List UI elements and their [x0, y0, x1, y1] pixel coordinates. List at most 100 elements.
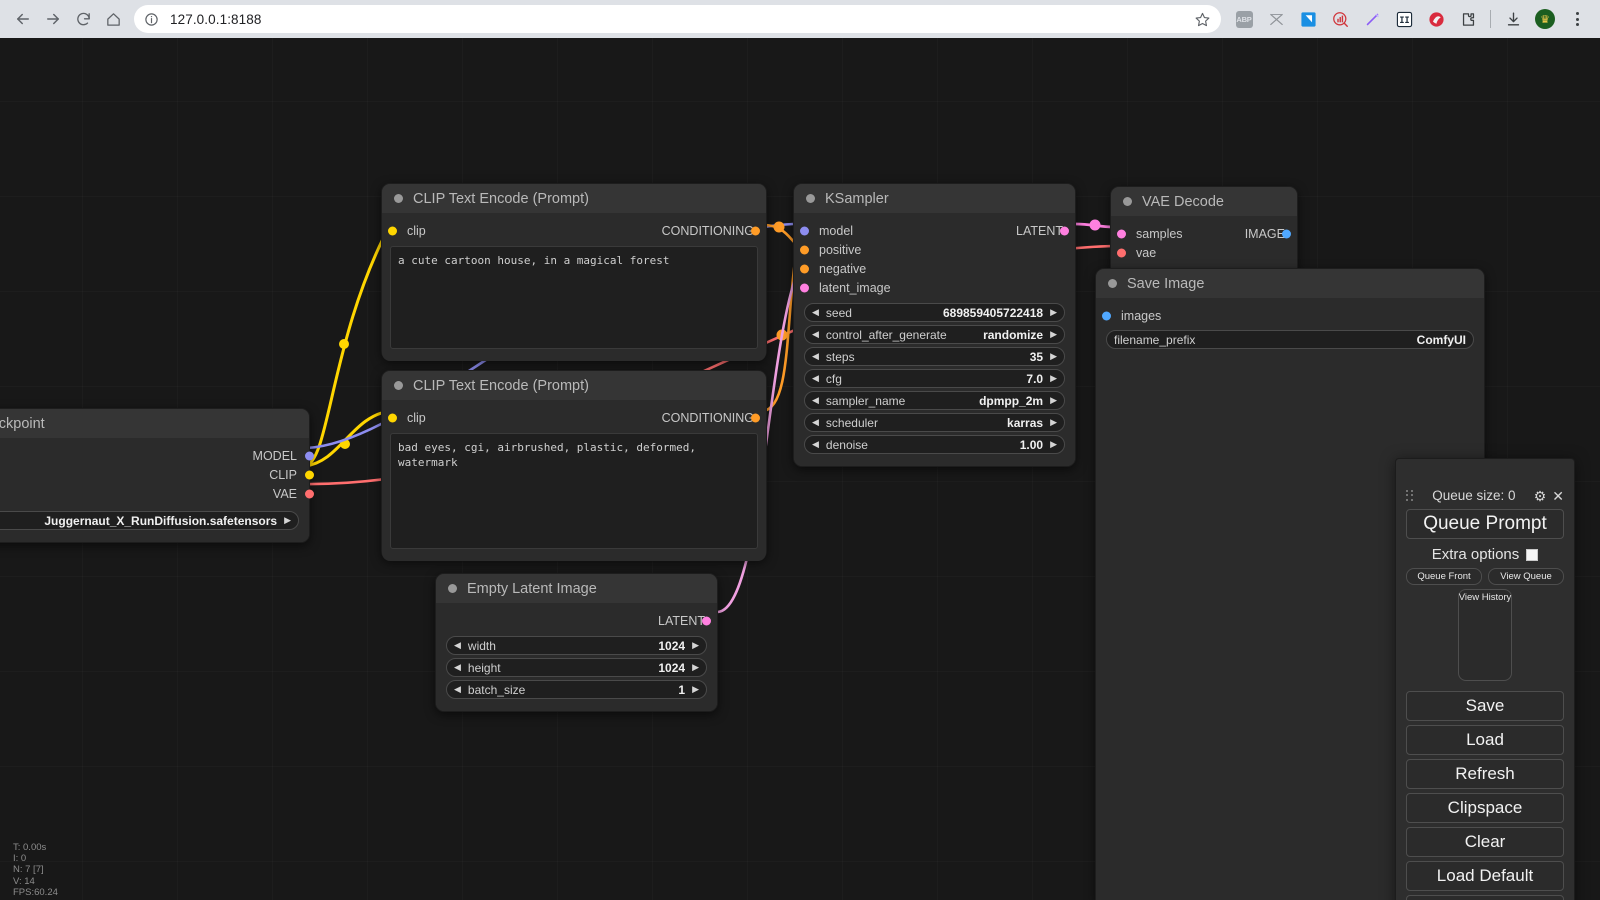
node-header[interactable]: VAE Decode: [1111, 187, 1297, 216]
port-images-in[interactable]: [1102, 311, 1111, 321]
node-header[interactable]: CLIP Text Encode (Prompt): [382, 371, 766, 400]
stepper-right-arrow-icon[interactable]: ▶: [284, 516, 291, 525]
port-clip-out[interactable]: [304, 470, 314, 480]
port-conditioning-out[interactable]: [751, 413, 760, 423]
node-collapse-dot[interactable]: [448, 584, 457, 593]
site-info-icon[interactable]: [140, 8, 162, 30]
node-clip-text-encode-negative[interactable]: CLIP Text Encode (Prompt) clip CONDITION…: [381, 370, 767, 561]
port-latent-out[interactable]: [1060, 226, 1069, 236]
node-header[interactable]: CLIP Text Encode (Prompt): [382, 184, 766, 213]
queue-front-button[interactable]: Queue Front: [1406, 568, 1482, 585]
bookmark-star-icon[interactable]: [1189, 6, 1215, 32]
stepper-right-arrow-icon[interactable]: ▶: [692, 663, 699, 672]
node-vae-decode[interactable]: VAE Decode samples IMAGE vae: [1110, 186, 1298, 276]
node-collapse-dot[interactable]: [394, 194, 403, 203]
forward-arrow-icon[interactable]: [38, 4, 68, 34]
widget-scheduler[interactable]: ◀ scheduler karras ▶: [804, 413, 1065, 432]
stepper-left-arrow-icon[interactable]: ◀: [812, 308, 819, 317]
input-slot-positive[interactable]: positive: [794, 241, 1075, 259]
blue-square-icon[interactable]: [1293, 4, 1323, 34]
save-button[interactable]: Save: [1406, 691, 1564, 721]
input-slot-images[interactable]: images: [1096, 307, 1484, 325]
output-slot-model[interactable]: MODEL: [0, 447, 314, 465]
node-header[interactable]: Empty Latent Image: [436, 574, 717, 603]
input-slot-samples[interactable]: samples IMAGE: [1111, 225, 1297, 243]
stepper-right-arrow-icon[interactable]: ▶: [1050, 440, 1057, 449]
view-queue-button[interactable]: View Queue: [1488, 568, 1564, 585]
port-negative-in[interactable]: [800, 264, 809, 274]
stepper-right-arrow-icon[interactable]: ▶: [1050, 352, 1057, 361]
clipspace-button[interactable]: Clipspace: [1406, 793, 1564, 823]
node-ksampler[interactable]: KSampler model LATENT positive negative …: [793, 183, 1076, 467]
tampermonkey-icon[interactable]: II: [1389, 4, 1419, 34]
prompt-textarea[interactable]: bad eyes, cgi, airbrushed, plastic, defo…: [390, 433, 758, 549]
node-collapse-dot[interactable]: [1123, 197, 1132, 206]
widget-batch-size[interactable]: ◀ batch_size 1 ▶: [446, 680, 707, 699]
stepper-left-arrow-icon[interactable]: ◀: [454, 663, 461, 672]
output-slot-vae[interactable]: VAE: [0, 485, 314, 503]
port-image-out[interactable]: [1282, 229, 1291, 239]
stepper-left-arrow-icon[interactable]: ◀: [812, 396, 819, 405]
stepper-right-arrow-icon[interactable]: ▶: [692, 685, 699, 694]
view-history-button[interactable]: View History: [1457, 589, 1513, 681]
extensions-puzzle-icon[interactable]: [1453, 4, 1483, 34]
widget-height[interactable]: ◀ height 1024 ▶: [446, 658, 707, 677]
stepper-left-arrow-icon[interactable]: ◀: [812, 352, 819, 361]
stepper-right-arrow-icon[interactable]: ▶: [1050, 330, 1057, 339]
node-collapse-dot[interactable]: [806, 194, 815, 203]
node-collapse-dot[interactable]: [394, 381, 403, 390]
stepper-right-arrow-icon[interactable]: ▶: [1050, 396, 1057, 405]
input-slot-latent-image[interactable]: latent_image: [794, 279, 1075, 297]
node-empty-latent-image[interactable]: Empty Latent Image LATENT ◀ width 1024 ▶…: [435, 573, 718, 712]
widget-sampler-name[interactable]: ◀ sampler_name dpmpp_2m ▶: [804, 391, 1065, 410]
close-icon[interactable]: ✕: [1552, 489, 1564, 503]
queue-prompt-button[interactable]: Queue Prompt: [1406, 509, 1564, 539]
load-button[interactable]: Load: [1406, 725, 1564, 755]
port-latent-in[interactable]: [800, 283, 809, 293]
reload-icon[interactable]: [68, 4, 98, 34]
input-slot-clip[interactable]: clip CONDITIONING: [382, 409, 766, 427]
widget-ckpt-name[interactable]: kpt_name Juggernaut_X_RunDiffusion.safet…: [0, 511, 299, 530]
clear-button[interactable]: Clear: [1406, 827, 1564, 857]
widget-cfg[interactable]: ◀ cfg 7.0 ▶: [804, 369, 1065, 388]
url-text[interactable]: 127.0.0.1:8188: [162, 12, 1189, 27]
load-default-button[interactable]: Load Default: [1406, 861, 1564, 891]
port-model-in[interactable]: [800, 226, 809, 236]
widget-control-after-generate[interactable]: ◀ control_after_generate randomize ▶: [804, 325, 1065, 344]
extra-options-row[interactable]: Extra options: [1406, 546, 1564, 563]
home-icon[interactable]: [98, 4, 128, 34]
red-circle-icon[interactable]: [1421, 4, 1451, 34]
node-header[interactable]: KSampler: [794, 184, 1075, 213]
widget-steps[interactable]: ◀ steps 35 ▶: [804, 347, 1065, 366]
settings-gear-icon[interactable]: ⚙: [1534, 489, 1547, 503]
port-samples-in[interactable]: [1117, 229, 1126, 239]
port-model-out[interactable]: [304, 451, 314, 461]
stepper-left-arrow-icon[interactable]: ◀: [812, 440, 819, 449]
refresh-button[interactable]: Refresh: [1406, 759, 1564, 789]
reset-view-button[interactable]: Reset View: [1406, 895, 1564, 900]
node-collapse-dot[interactable]: [1108, 279, 1117, 288]
node-load-checkpoint[interactable]: ad Checkpoint MODEL CLIP VAE kpt_name Ju…: [0, 408, 314, 543]
node-clip-text-encode-positive[interactable]: CLIP Text Encode (Prompt) clip CONDITION…: [381, 183, 767, 361]
comfy-menu-panel[interactable]: Queue size: 0 ⚙ ✕ Queue Prompt Extra opt…: [1395, 458, 1575, 900]
port-clip-in[interactable]: [388, 413, 397, 423]
stepper-right-arrow-icon[interactable]: ▶: [1050, 308, 1057, 317]
port-vae-in[interactable]: [1117, 248, 1126, 258]
address-bar[interactable]: 127.0.0.1:8188: [134, 5, 1221, 33]
extra-options-checkbox[interactable]: [1526, 548, 1539, 561]
stepper-right-arrow-icon[interactable]: ▶: [1050, 374, 1057, 383]
input-slot-vae[interactable]: vae: [1111, 244, 1297, 262]
analytics-icon[interactable]: [1325, 4, 1355, 34]
port-positive-in[interactable]: [800, 245, 809, 255]
stepper-left-arrow-icon[interactable]: ◀: [454, 641, 461, 650]
input-slot-clip[interactable]: clip CONDITIONING: [382, 222, 766, 240]
mail-x-icon[interactable]: [1261, 4, 1291, 34]
widget-filename-prefix[interactable]: filename_prefix ComfyUI: [1106, 330, 1474, 349]
download-icon[interactable]: [1498, 4, 1528, 34]
port-conditioning-out[interactable]: [751, 226, 760, 236]
widget-width[interactable]: ◀ width 1024 ▶: [446, 636, 707, 655]
stepper-right-arrow-icon[interactable]: ▶: [1050, 418, 1057, 427]
input-slot-negative[interactable]: negative: [794, 260, 1075, 278]
drag-handle-icon[interactable]: [1406, 489, 1414, 502]
comfyui-canvas[interactable]: ad Checkpoint MODEL CLIP VAE kpt_name Ju…: [0, 38, 1600, 900]
